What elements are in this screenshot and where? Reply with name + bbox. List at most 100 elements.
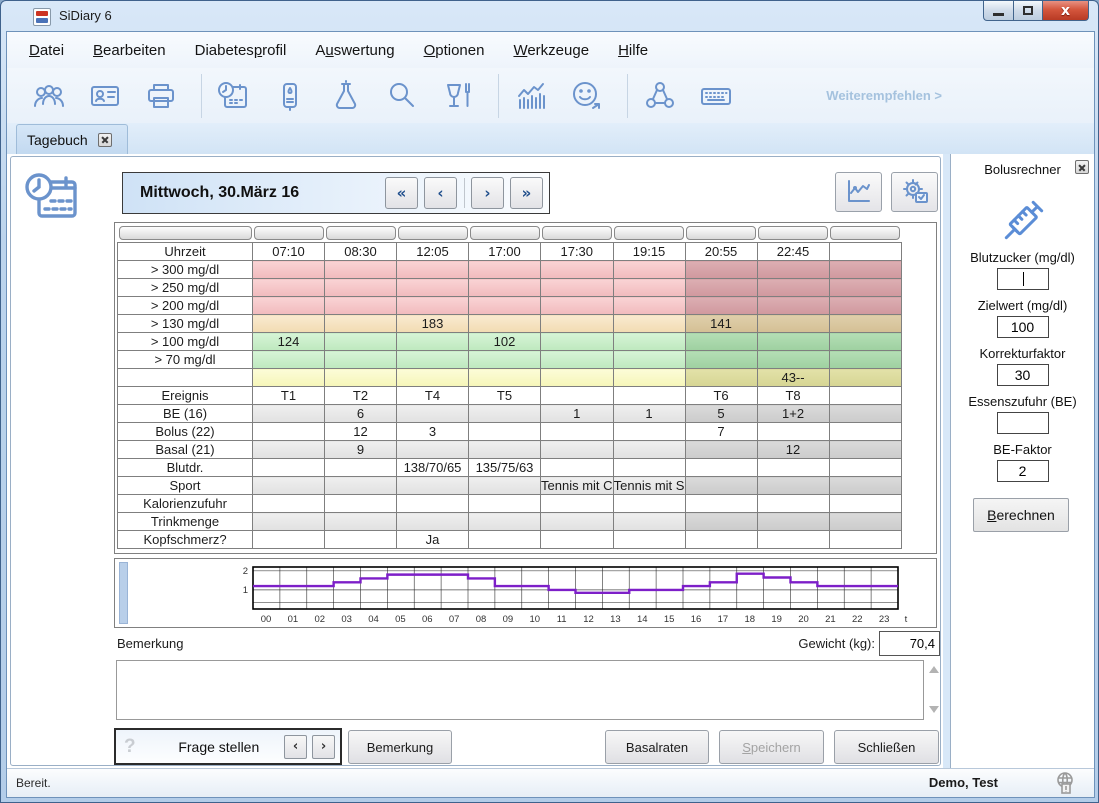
time-cell[interactable]: 17:00 bbox=[469, 243, 541, 261]
menu-item-werkzeuge[interactable]: Werkzeuge bbox=[513, 42, 589, 59]
bolus-input-korrekturfaktor[interactable] bbox=[997, 364, 1049, 386]
diary-cell[interactable]: Tennis mit S bbox=[613, 477, 685, 495]
diary-cell[interactable] bbox=[829, 459, 901, 477]
diary-cell[interactable]: 12 bbox=[757, 441, 829, 459]
diary-cell[interactable] bbox=[253, 405, 325, 423]
diary-cell[interactable] bbox=[325, 315, 397, 333]
diary-cell[interactable]: 7 bbox=[685, 423, 757, 441]
diary-cell[interactable] bbox=[469, 441, 541, 459]
column-header-button[interactable] bbox=[326, 226, 396, 240]
diary-cell[interactable] bbox=[613, 513, 685, 531]
diary-cell[interactable] bbox=[469, 351, 541, 369]
remark-button[interactable]: Bemerkung bbox=[348, 730, 452, 764]
diary-cell[interactable] bbox=[757, 279, 829, 297]
diary-cell[interactable] bbox=[829, 477, 901, 495]
trend-graph-button[interactable] bbox=[835, 172, 882, 212]
diary-cell[interactable]: 135/75/63 bbox=[469, 459, 541, 477]
diary-cell[interactable] bbox=[253, 315, 325, 333]
diary-cell[interactable] bbox=[685, 531, 757, 549]
diary-cell[interactable] bbox=[685, 279, 757, 297]
minimize-button[interactable] bbox=[983, 1, 1014, 21]
diary-cell[interactable]: T1 bbox=[253, 387, 325, 405]
diary-cell[interactable]: 102 bbox=[469, 333, 541, 351]
diary-cell[interactable] bbox=[685, 333, 757, 351]
diary-cell[interactable] bbox=[541, 315, 614, 333]
diary-cell[interactable] bbox=[757, 459, 829, 477]
ask-prev-button[interactable]: ‹ bbox=[284, 735, 307, 759]
weight-input[interactable] bbox=[879, 631, 940, 656]
diary-cell[interactable] bbox=[253, 279, 325, 297]
diary-cell[interactable] bbox=[829, 387, 901, 405]
diary-cell[interactable] bbox=[325, 513, 397, 531]
diary-cell[interactable] bbox=[829, 369, 901, 387]
diary-cell[interactable] bbox=[685, 459, 757, 477]
next-day-button[interactable]: › bbox=[471, 177, 504, 209]
diary-cell[interactable] bbox=[397, 495, 469, 513]
print-icon[interactable] bbox=[143, 78, 179, 114]
diary-cell[interactable]: Ja bbox=[397, 531, 469, 549]
diary-cell[interactable] bbox=[253, 513, 325, 531]
diary-cell[interactable]: 1+2 bbox=[757, 405, 829, 423]
diary-cell[interactable] bbox=[685, 441, 757, 459]
diary-cell[interactable] bbox=[613, 369, 685, 387]
column-header-button[interactable] bbox=[470, 226, 540, 240]
diary-cell[interactable] bbox=[253, 369, 325, 387]
diary-cell[interactable]: 43-- bbox=[757, 369, 829, 387]
menu-item-hilfe[interactable]: Hilfe bbox=[618, 42, 648, 59]
ask-question-panel[interactable]: ? Frage stellen ‹ › bbox=[114, 728, 342, 765]
diary-cell[interactable] bbox=[253, 441, 325, 459]
time-cell[interactable]: 19:15 bbox=[613, 243, 685, 261]
diary-cell[interactable] bbox=[757, 477, 829, 495]
diary-cell[interactable] bbox=[469, 261, 541, 279]
diary-cell[interactable] bbox=[469, 531, 541, 549]
diary-cell[interactable] bbox=[253, 459, 325, 477]
time-cell[interactable]: 20:55 bbox=[685, 243, 757, 261]
diary-icon[interactable] bbox=[216, 78, 252, 114]
diary-cell[interactable] bbox=[613, 441, 685, 459]
diary-cell[interactable] bbox=[613, 531, 685, 549]
diary-cell[interactable] bbox=[541, 261, 614, 279]
diary-cell[interactable] bbox=[469, 495, 541, 513]
diary-cell[interactable] bbox=[613, 351, 685, 369]
diary-cell[interactable] bbox=[325, 495, 397, 513]
diary-cell[interactable]: 141 bbox=[685, 315, 757, 333]
basal-rates-button[interactable]: Basalraten bbox=[605, 730, 709, 764]
diary-cell[interactable]: 124 bbox=[253, 333, 325, 351]
scroll-down-icon[interactable] bbox=[929, 706, 939, 713]
diary-cell[interactable] bbox=[325, 333, 397, 351]
diary-cell[interactable] bbox=[685, 261, 757, 279]
diary-cell[interactable] bbox=[685, 297, 757, 315]
bolus-input-essenszufuhr-be[interactable] bbox=[997, 412, 1049, 434]
first-day-button[interactable]: « bbox=[385, 177, 418, 209]
diary-cell[interactable] bbox=[469, 297, 541, 315]
tab-close-icon[interactable] bbox=[98, 133, 112, 147]
diary-cell[interactable]: 6 bbox=[325, 405, 397, 423]
recommend-link[interactable]: Weiterempfehlen > bbox=[826, 88, 942, 103]
diary-cell[interactable]: 138/70/65 bbox=[397, 459, 469, 477]
diary-cell[interactable] bbox=[397, 333, 469, 351]
diary-cell[interactable] bbox=[253, 351, 325, 369]
glucose-meter-icon[interactable] bbox=[272, 78, 308, 114]
diary-cell[interactable] bbox=[757, 513, 829, 531]
diary-cell[interactable] bbox=[253, 531, 325, 549]
diary-cell[interactable]: 183 bbox=[397, 315, 469, 333]
statistics-icon[interactable] bbox=[513, 78, 549, 114]
share-icon[interactable] bbox=[642, 78, 678, 114]
diary-cell[interactable] bbox=[397, 477, 469, 495]
diary-cell[interactable] bbox=[829, 333, 901, 351]
ask-next-button[interactable]: › bbox=[312, 735, 335, 759]
diary-cell[interactable] bbox=[541, 441, 614, 459]
diary-cell[interactable] bbox=[253, 495, 325, 513]
diary-cell[interactable] bbox=[397, 513, 469, 531]
menu-item-bearbeiten[interactable]: Bearbeiten bbox=[93, 42, 166, 59]
time-cell[interactable] bbox=[829, 243, 901, 261]
remark-textarea[interactable] bbox=[116, 660, 924, 720]
diary-cell[interactable] bbox=[613, 279, 685, 297]
diary-cell[interactable]: T8 bbox=[757, 387, 829, 405]
diary-cell[interactable] bbox=[613, 333, 685, 351]
diary-settings-button[interactable] bbox=[891, 172, 938, 212]
diary-cell[interactable] bbox=[613, 459, 685, 477]
menu-item-optionen[interactable]: Optionen bbox=[424, 42, 485, 59]
diary-cell[interactable]: 9 bbox=[325, 441, 397, 459]
diary-cell[interactable] bbox=[325, 261, 397, 279]
